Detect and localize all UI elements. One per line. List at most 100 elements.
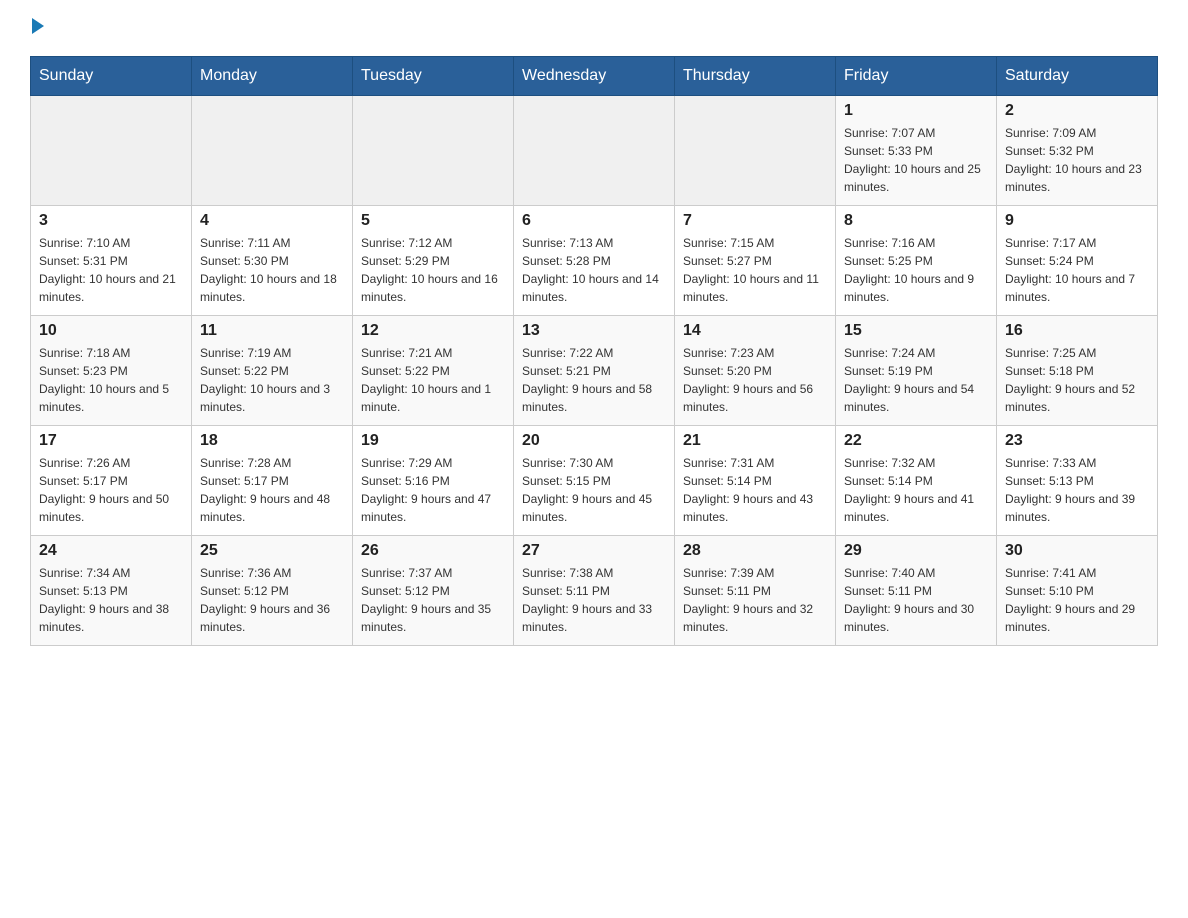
day-number: 21 [683,432,827,450]
calendar-cell: 27Sunrise: 7:38 AMSunset: 5:11 PMDayligh… [514,536,675,646]
day-info: Sunrise: 7:07 AMSunset: 5:33 PMDaylight:… [844,124,988,196]
calendar-cell: 18 Sunrise: 7:28 AMSunset: 5:17 PMDayligh… [192,426,353,536]
calendar-cell: 12 Sunrise: 7:21 AMSunset: 5:22 PMDayligh… [353,316,514,426]
day-info: Sunrise: 7:37 AMSunset: 5:12 PMDaylight:… [361,564,505,636]
calendar-cell: 20Sunrise: 7:30 AMSunset: 5:15 PMDayligh… [514,426,675,536]
calendar-cell: 14 Sunrise: 7:23 AMSunset: 5:20 PMDayligh… [675,316,836,426]
day-info: Sunrise: 7:16 AMSunset: 5:25 PMDaylight:… [844,234,988,306]
calendar-cell [675,96,836,206]
day-info: Sunrise: 7:30 AMSunset: 5:15 PMDaylight:… [522,454,666,526]
calendar-cell: 8Sunrise: 7:16 AMSunset: 5:25 PMDaylight… [836,206,997,316]
day-number: 29 [844,542,988,560]
day-info: Sunrise: 7:18 AMSunset: 5:23 PMDaylight:… [39,344,183,416]
day-number: 1 [844,102,988,120]
day-number: 23 [1005,432,1149,450]
week-row-3: 10 Sunrise: 7:18 AMSunset: 5:23 PMDayligh… [31,316,1158,426]
day-info: Sunrise: 7:11 AMSunset: 5:30 PMDaylight:… [200,234,344,306]
calendar-cell: 11 Sunrise: 7:19 AMSunset: 5:22 PMDayligh… [192,316,353,426]
calendar-cell: 22Sunrise: 7:32 AMSunset: 5:14 PMDayligh… [836,426,997,536]
calendar-cell: 7 Sunrise: 7:15 AMSunset: 5:27 PMDaylight… [675,206,836,316]
day-number: 12 [361,322,505,340]
day-info: Sunrise: 7:29 AMSunset: 5:16 PMDaylight:… [361,454,505,526]
calendar-cell: 19 Sunrise: 7:29 AMSunset: 5:16 PMDayligh… [353,426,514,536]
day-number: 26 [361,542,505,560]
weekday-header-friday: Friday [836,57,997,96]
calendar-cell [353,96,514,206]
calendar-cell: 25 Sunrise: 7:36 AMSunset: 5:12 PMDayligh… [192,536,353,646]
day-number: 24 [39,542,183,560]
calendar-cell: 29 Sunrise: 7:40 AMSunset: 5:11 PMDayligh… [836,536,997,646]
day-number: 4 [200,212,344,230]
day-number: 18 [200,432,344,450]
day-info: Sunrise: 7:17 AMSunset: 5:24 PMDaylight:… [1005,234,1149,306]
logo-arrow-icon [32,18,44,34]
day-number: 13 [522,322,666,340]
day-number: 11 [200,322,344,340]
day-info: Sunrise: 7:39 AMSunset: 5:11 PMDaylight:… [683,564,827,636]
logo [30,20,44,36]
header [30,20,1158,36]
day-info: Sunrise: 7:34 AMSunset: 5:13 PMDaylight:… [39,564,183,636]
day-info: Sunrise: 7:13 AMSunset: 5:28 PMDaylight:… [522,234,666,306]
calendar-cell: 15 Sunrise: 7:24 AMSunset: 5:19 PMDayligh… [836,316,997,426]
calendar-cell: 28 Sunrise: 7:39 AMSunset: 5:11 PMDayligh… [675,536,836,646]
day-number: 3 [39,212,183,230]
day-info: Sunrise: 7:22 AMSunset: 5:21 PMDaylight:… [522,344,666,416]
day-number: 7 [683,212,827,230]
day-info: Sunrise: 7:09 AMSunset: 5:32 PMDaylight:… [1005,124,1149,196]
calendar-cell: 2Sunrise: 7:09 AMSunset: 5:32 PMDaylight… [997,96,1158,206]
weekday-header-wednesday: Wednesday [514,57,675,96]
day-info: Sunrise: 7:10 AMSunset: 5:31 PMDaylight:… [39,234,183,306]
day-info: Sunrise: 7:33 AMSunset: 5:13 PMDaylight:… [1005,454,1149,526]
day-info: Sunrise: 7:24 AMSunset: 5:19 PMDaylight:… [844,344,988,416]
day-number: 25 [200,542,344,560]
day-info: Sunrise: 7:25 AMSunset: 5:18 PMDaylight:… [1005,344,1149,416]
day-info: Sunrise: 7:36 AMSunset: 5:12 PMDaylight:… [200,564,344,636]
weekday-header-row: SundayMondayTuesdayWednesdayThursdayFrid… [31,57,1158,96]
day-number: 19 [361,432,505,450]
day-info: Sunrise: 7:41 AMSunset: 5:10 PMDaylight:… [1005,564,1149,636]
day-info: Sunrise: 7:28 AMSunset: 5:17 PMDaylight:… [200,454,344,526]
calendar-cell: 4 Sunrise: 7:11 AMSunset: 5:30 PMDaylight… [192,206,353,316]
day-number: 30 [1005,542,1149,560]
day-info: Sunrise: 7:23 AMSunset: 5:20 PMDaylight:… [683,344,827,416]
calendar-cell: 5 Sunrise: 7:12 AMSunset: 5:29 PMDaylight… [353,206,514,316]
day-number: 9 [1005,212,1149,230]
day-info: Sunrise: 7:31 AMSunset: 5:14 PMDaylight:… [683,454,827,526]
week-row-5: 24 Sunrise: 7:34 AMSunset: 5:13 PMDayligh… [31,536,1158,646]
weekday-header-thursday: Thursday [675,57,836,96]
calendar-cell: 21 Sunrise: 7:31 AMSunset: 5:14 PMDayligh… [675,426,836,536]
week-row-4: 17 Sunrise: 7:26 AMSunset: 5:17 PMDayligh… [31,426,1158,536]
weekday-header-sunday: Sunday [31,57,192,96]
day-number: 17 [39,432,183,450]
day-number: 28 [683,542,827,560]
calendar-cell [192,96,353,206]
weekday-header-monday: Monday [192,57,353,96]
day-info: Sunrise: 7:40 AMSunset: 5:11 PMDaylight:… [844,564,988,636]
calendar-cell: 24 Sunrise: 7:34 AMSunset: 5:13 PMDayligh… [31,536,192,646]
day-number: 15 [844,322,988,340]
day-info: Sunrise: 7:19 AMSunset: 5:22 PMDaylight:… [200,344,344,416]
weekday-header-tuesday: Tuesday [353,57,514,96]
day-info: Sunrise: 7:21 AMSunset: 5:22 PMDaylight:… [361,344,505,416]
calendar-cell: 13 Sunrise: 7:22 AMSunset: 5:21 PMDayligh… [514,316,675,426]
day-number: 22 [844,432,988,450]
day-number: 14 [683,322,827,340]
day-number: 6 [522,212,666,230]
day-number: 5 [361,212,505,230]
day-info: Sunrise: 7:26 AMSunset: 5:17 PMDaylight:… [39,454,183,526]
calendar-cell: 3 Sunrise: 7:10 AMSunset: 5:31 PMDaylight… [31,206,192,316]
calendar-cell: 23 Sunrise: 7:33 AMSunset: 5:13 PMDayligh… [997,426,1158,536]
calendar-cell: 6 Sunrise: 7:13 AMSunset: 5:28 PMDaylight… [514,206,675,316]
week-row-2: 3 Sunrise: 7:10 AMSunset: 5:31 PMDaylight… [31,206,1158,316]
calendar-cell [514,96,675,206]
day-info: Sunrise: 7:12 AMSunset: 5:29 PMDaylight:… [361,234,505,306]
day-info: Sunrise: 7:38 AMSunset: 5:11 PMDaylight:… [522,564,666,636]
day-info: Sunrise: 7:15 AMSunset: 5:27 PMDaylight:… [683,234,827,306]
day-number: 16 [1005,322,1149,340]
calendar-cell: 10 Sunrise: 7:18 AMSunset: 5:23 PMDayligh… [31,316,192,426]
calendar-cell: 16 Sunrise: 7:25 AMSunset: 5:18 PMDayligh… [997,316,1158,426]
calendar-cell: 30 Sunrise: 7:41 AMSunset: 5:10 PMDayligh… [997,536,1158,646]
calendar-cell: 17 Sunrise: 7:26 AMSunset: 5:17 PMDayligh… [31,426,192,536]
day-number: 10 [39,322,183,340]
